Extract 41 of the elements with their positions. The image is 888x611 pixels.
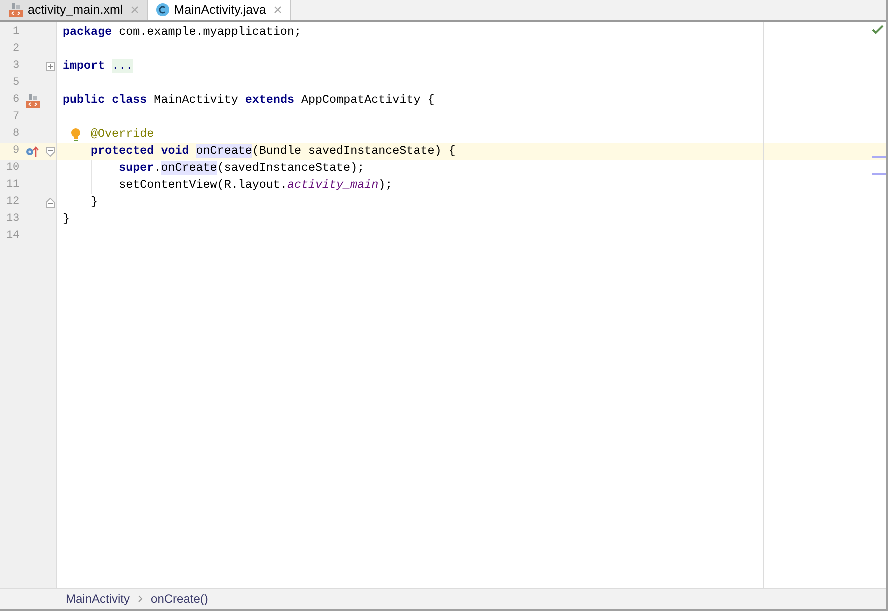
usage-marker bbox=[872, 156, 886, 158]
xml-file-icon bbox=[8, 3, 24, 17]
lightbulb-icon[interactable] bbox=[71, 128, 81, 142]
line-number: 9 bbox=[12, 144, 21, 160]
code-line: import ... bbox=[63, 58, 134, 75]
line-number: 13 bbox=[5, 212, 21, 228]
line-number: 7 bbox=[12, 110, 21, 126]
breadcrumb[interactable]: onCreate() bbox=[151, 590, 208, 608]
line-number: 12 bbox=[5, 195, 21, 210]
line-number: 8 bbox=[12, 127, 21, 142]
code-line: } bbox=[90, 194, 98, 211]
editor-tab[interactable]: MainActivity.java bbox=[148, 0, 292, 20]
code-line: public class MainActivity extends AppCompatActivity { bbox=[63, 92, 435, 109]
code-line: protected void onCreate(Bundle savedInstanceState) { bbox=[90, 143, 456, 160]
line-number: 6 bbox=[12, 93, 21, 108]
expand-icon[interactable] bbox=[46, 62, 55, 71]
line-number: 14 bbox=[5, 229, 21, 244]
override-icon[interactable] bbox=[26, 146, 40, 158]
code-line: super.onCreate(savedInstanceState); bbox=[118, 160, 365, 177]
close-icon[interactable] bbox=[274, 6, 282, 14]
chevron-icon bbox=[138, 595, 144, 603]
class-icon bbox=[156, 3, 170, 17]
tab-label: MainActivity.java bbox=[174, 2, 266, 19]
xml-file-icon bbox=[24, 94, 41, 108]
line-number: 5 bbox=[12, 76, 21, 92]
fold-end-icon[interactable] bbox=[46, 198, 55, 208]
line-number: 2 bbox=[12, 42, 21, 58]
breadcrumb[interactable]: MainActivity bbox=[66, 590, 130, 608]
usage-marker bbox=[872, 173, 886, 175]
code-line: package com.example.myapplication; bbox=[63, 24, 302, 41]
code-line: } bbox=[63, 211, 70, 228]
code-line: setContentView(R.layout.activity_main); bbox=[118, 177, 393, 194]
tab-label: activity_main.xml bbox=[28, 2, 124, 19]
line-number: 3 bbox=[12, 59, 21, 74]
line-number: 10 bbox=[5, 161, 21, 176]
editor-tab[interactable]: activity_main.xml bbox=[0, 0, 148, 20]
collapse-icon[interactable] bbox=[46, 146, 55, 156]
code-line: @Override bbox=[91, 126, 154, 143]
line-number: 11 bbox=[5, 178, 21, 194]
line-number: 1 bbox=[12, 25, 21, 40]
check-icon bbox=[872, 25, 884, 35]
